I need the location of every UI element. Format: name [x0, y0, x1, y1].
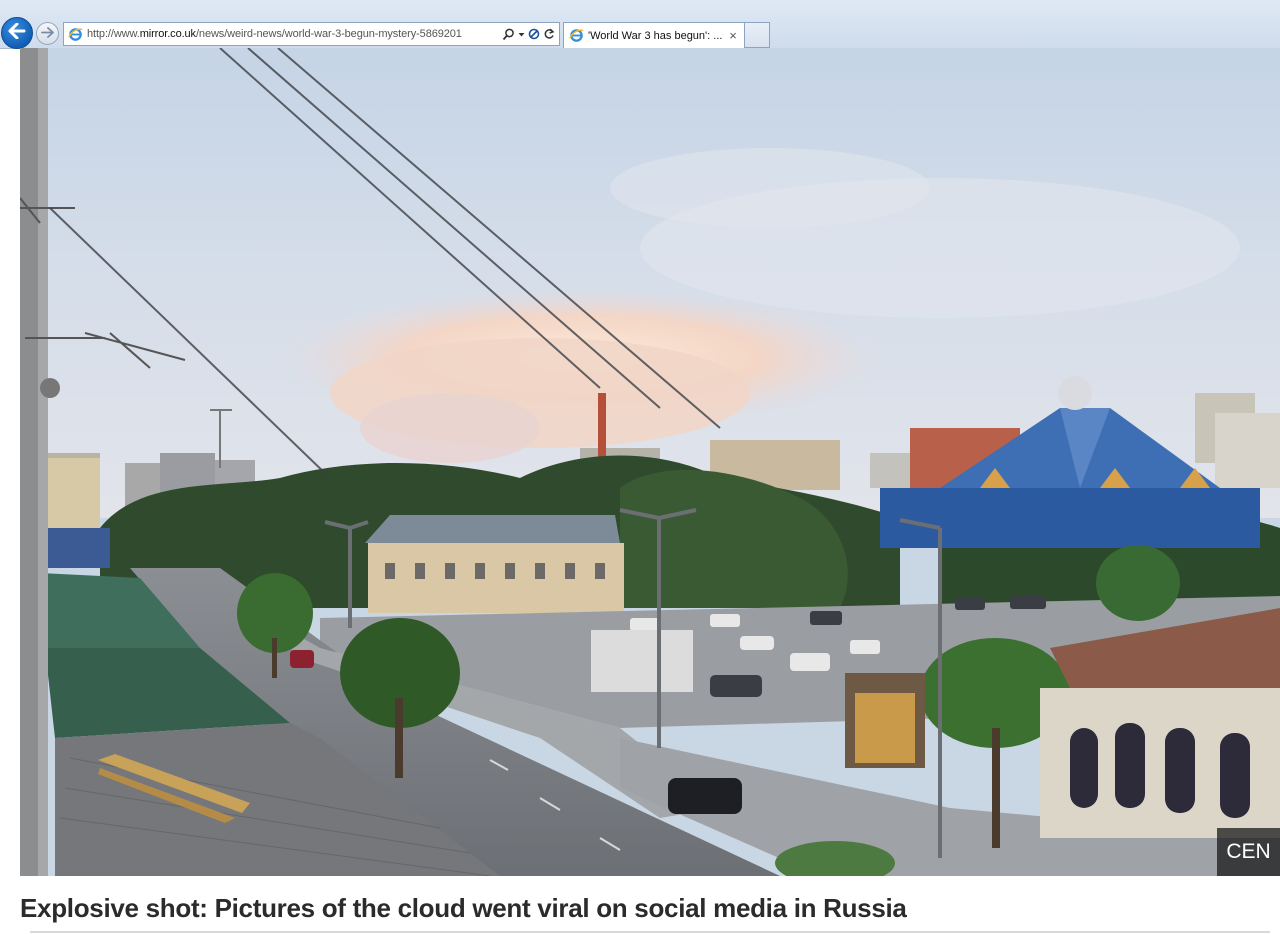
forward-button[interactable] [36, 22, 59, 45]
url-prefix: http://www. [87, 28, 140, 40]
stop-icon[interactable] [528, 28, 540, 40]
tab-article[interactable]: 'World War 3 has begun': ... × [563, 22, 745, 48]
article-photo: CEN [20, 48, 1280, 876]
address-bar[interactable]: http://www.mirror.co.uk/news/weird-news/… [63, 22, 560, 46]
refresh-icon[interactable] [543, 28, 555, 40]
browser-toolbar: http://www.mirror.co.uk/news/weird-news/… [0, 0, 1280, 49]
photo-credit: CEN [1217, 828, 1280, 876]
search-dropdown-icon[interactable] [518, 28, 525, 41]
address-url[interactable]: http://www.mirror.co.uk/news/weird-news/… [87, 28, 502, 40]
close-tab-icon[interactable]: × [725, 28, 741, 43]
new-tab-button[interactable] [745, 22, 770, 48]
back-arrow-icon [8, 22, 26, 44]
ie-page-icon [67, 26, 83, 42]
back-button[interactable] [1, 17, 33, 49]
forward-arrow-icon [41, 25, 54, 43]
photo-caption: Explosive shot: Pictures of the cloud we… [20, 893, 907, 923]
ie-tab-icon [568, 28, 584, 44]
street-scene-illustration [20, 48, 1280, 876]
address-tools [502, 28, 559, 41]
tab-title: 'World War 3 has begun': ... [588, 29, 723, 42]
url-host: mirror.co.uk [139, 28, 196, 40]
url-path: /news/weird-news/world-war-3-begun-myste… [195, 28, 462, 40]
search-icon[interactable] [502, 28, 515, 41]
divider [30, 931, 1270, 933]
